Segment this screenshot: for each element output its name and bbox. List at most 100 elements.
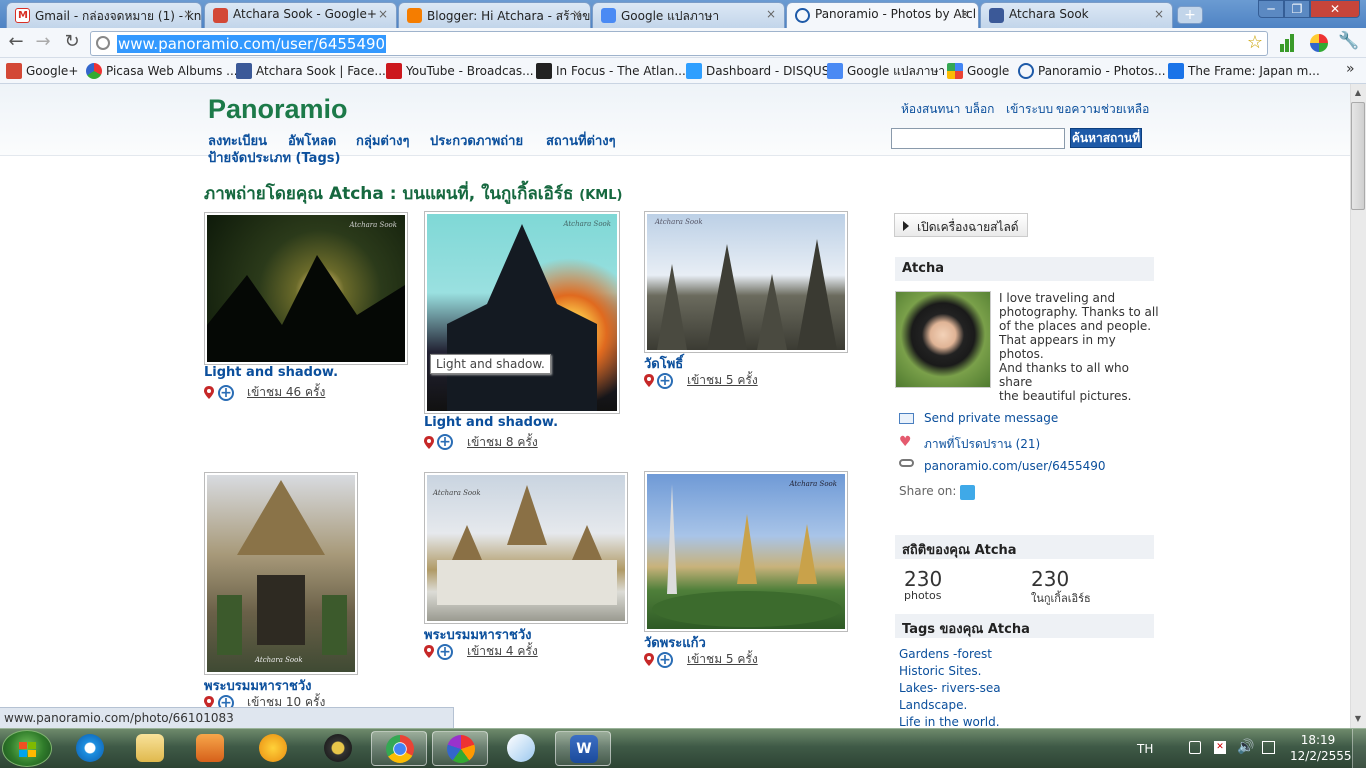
tray-icon[interactable]: [1189, 741, 1201, 754]
back-button[interactable]: ←: [5, 32, 27, 54]
map-pin-icon[interactable]: [644, 653, 654, 666]
wrench-icon[interactable]: 🔧: [1338, 31, 1359, 51]
forward-button[interactable]: →: [32, 32, 54, 54]
search-input[interactable]: [891, 128, 1065, 149]
scroll-down-icon[interactable]: ▼: [1351, 711, 1365, 727]
close-icon[interactable]: ×: [183, 7, 193, 21]
bookmark-google[interactable]: Google: [947, 62, 1009, 80]
close-icon[interactable]: ×: [766, 7, 776, 21]
word-icon[interactable]: W: [555, 731, 611, 766]
nav-places[interactable]: สถานที่ต่างๆ: [546, 130, 616, 151]
bookmark-the-frame[interactable]: The Frame: Japan m...: [1168, 62, 1320, 80]
nav-tags[interactable]: ป้ายจัดประเภท (Tags): [208, 147, 340, 168]
bookmark-facebook[interactable]: Atchara Sook | Face...: [236, 62, 386, 80]
map-pin-icon[interactable]: [204, 386, 214, 399]
network-error-icon[interactable]: ✕: [1214, 741, 1226, 754]
add-favorite-icon[interactable]: +: [657, 652, 673, 668]
media-center-icon[interactable]: [310, 731, 366, 766]
view-count[interactable]: เข้าชม 4 ครั้ง: [467, 642, 538, 661]
extension-bars-icon[interactable]: [1278, 34, 1296, 52]
address-text[interactable]: www.panoramio.com/user/6455490: [117, 35, 387, 53]
profile-url-link[interactable]: panoramio.com/user/6455490: [924, 459, 1106, 473]
scroll-up-icon[interactable]: ▲: [1351, 85, 1365, 101]
kml-link[interactable]: (KML): [579, 188, 622, 203]
tag-link[interactable]: Historic Sites.: [899, 664, 981, 678]
send-message-link[interactable]: Send private message: [924, 411, 1058, 425]
close-icon[interactable]: ×: [960, 7, 970, 21]
map-pin-icon[interactable]: [424, 645, 434, 658]
add-favorite-icon[interactable]: +: [437, 434, 453, 450]
photo-thumbnail[interactable]: Atchara Sook: [204, 212, 408, 365]
more-bookmarks-icon[interactable]: »: [1346, 61, 1355, 77]
chrome-icon[interactable]: [371, 731, 427, 766]
messenger-icon[interactable]: [245, 731, 301, 766]
title-map-links[interactable]: บนแผนที่, ในกูเกิ้ลเอิร์ธ: [403, 184, 574, 204]
tab-gmail[interactable]: M Gmail - กล่องจดหมาย (1) - kn ×: [6, 2, 202, 28]
bookmark-atlantic[interactable]: In Focus - The Atlan...: [536, 62, 686, 80]
favorites-link[interactable]: ภาพที่โปรดปราน (21): [924, 435, 1040, 454]
tab-google-translate[interactable]: Google แปลภาษา ×: [592, 2, 785, 28]
nav-groups[interactable]: กลุ่มต่างๆ: [356, 130, 409, 151]
view-count[interactable]: เข้าชม 5 ครั้ง: [687, 371, 758, 390]
tag-link[interactable]: Life in the world.: [899, 715, 1000, 728]
photo-title[interactable]: Light and shadow.: [204, 365, 338, 380]
photo-thumbnail[interactable]: Atchara Sook: [424, 211, 620, 414]
photo-title[interactable]: วัดโพธิ์: [644, 353, 683, 374]
restore-button[interactable]: ❐: [1284, 0, 1310, 18]
bookmark-picasa[interactable]: Picasa Web Albums ...: [86, 62, 238, 80]
minimize-button[interactable]: ─: [1258, 0, 1284, 18]
link-login[interactable]: เข้าระบบ: [1006, 100, 1053, 119]
photo-thumbnail[interactable]: Atchara Sook: [204, 472, 358, 675]
slideshow-button[interactable]: เปิดเครื่องฉายสไลด์: [894, 213, 1028, 237]
avatar[interactable]: [895, 291, 991, 388]
search-button[interactable]: ค้นหาสถานที่: [1070, 128, 1142, 148]
view-count[interactable]: เข้าชม 5 ครั้ง: [687, 650, 758, 669]
tag-link[interactable]: Gardens -forest: [899, 647, 992, 661]
bookmark-panoramio[interactable]: Panoramio - Photos...: [1018, 62, 1166, 80]
photo-thumbnail[interactable]: Atchara Sook: [644, 211, 848, 353]
photo-thumbnail[interactable]: Atchara Sook: [424, 472, 628, 624]
extension-dots-icon[interactable]: [1310, 34, 1328, 52]
bookmark-google-translate[interactable]: Google แปลภาษา: [827, 62, 945, 80]
tab-panoramio[interactable]: Panoramio - Photos by Atcl ×: [786, 2, 979, 29]
view-count[interactable]: เข้าชม 46 ครั้ง: [247, 383, 325, 402]
close-icon[interactable]: ×: [572, 7, 582, 21]
add-favorite-icon[interactable]: +: [218, 385, 234, 401]
volume-icon[interactable]: 🔊: [1237, 739, 1254, 755]
close-icon[interactable]: ×: [378, 7, 388, 21]
reload-button[interactable]: ↻: [61, 32, 83, 54]
bookmark-google-plus[interactable]: Google+: [6, 62, 78, 80]
bookmark-star-icon[interactable]: ☆: [1247, 32, 1263, 53]
tab-google-plus[interactable]: Atchara Sook - Google+ ×: [204, 2, 397, 28]
new-tab-button[interactable]: +: [1177, 6, 1203, 24]
internet-explorer-icon[interactable]: [62, 731, 118, 766]
windows-start-icon[interactable]: [2, 730, 52, 767]
picasa-icon[interactable]: [432, 731, 488, 766]
view-count[interactable]: เข้าชม 8 ครั้ง: [467, 433, 538, 452]
nav-contests[interactable]: ประกวดภาพถ่าย: [430, 130, 523, 151]
tab-facebook[interactable]: Atchara Sook ×: [980, 2, 1173, 28]
link-help[interactable]: ขอความช่วยเหลือ: [1056, 100, 1149, 119]
map-pin-icon[interactable]: [424, 436, 434, 449]
add-favorite-icon[interactable]: +: [657, 373, 673, 389]
system-clock[interactable]: 18:19 12/2/2555: [1290, 732, 1352, 764]
show-desktop-button[interactable]: [1352, 729, 1366, 768]
scrollbar-thumb[interactable]: [1351, 102, 1365, 210]
link-forum[interactable]: ห้องสนทนา: [901, 100, 960, 119]
twitter-icon[interactable]: [960, 485, 975, 500]
address-bar[interactable]: www.panoramio.com/user/6455490 ☆: [90, 31, 1268, 56]
close-window-button[interactable]: ✕: [1310, 0, 1360, 18]
file-explorer-icon[interactable]: [122, 731, 178, 766]
media-player-icon[interactable]: [182, 731, 238, 766]
tab-blogger[interactable]: Blogger: Hi Atchara - สร้างข ×: [398, 2, 591, 28]
photo-title[interactable]: Light and shadow.: [424, 415, 558, 430]
close-icon[interactable]: ×: [1154, 7, 1164, 21]
map-pin-icon[interactable]: [644, 374, 654, 387]
language-indicator[interactable]: TH: [1137, 742, 1153, 756]
tag-link[interactable]: Landscape.: [899, 698, 967, 712]
paint-icon[interactable]: [493, 731, 549, 766]
action-center-icon[interactable]: [1262, 741, 1275, 754]
bookmark-disqus[interactable]: Dashboard - DISQUS: [686, 62, 829, 80]
tag-link[interactable]: Lakes- rivers-sea: [899, 681, 1001, 695]
photo-thumbnail[interactable]: Atchara Sook: [644, 471, 848, 632]
